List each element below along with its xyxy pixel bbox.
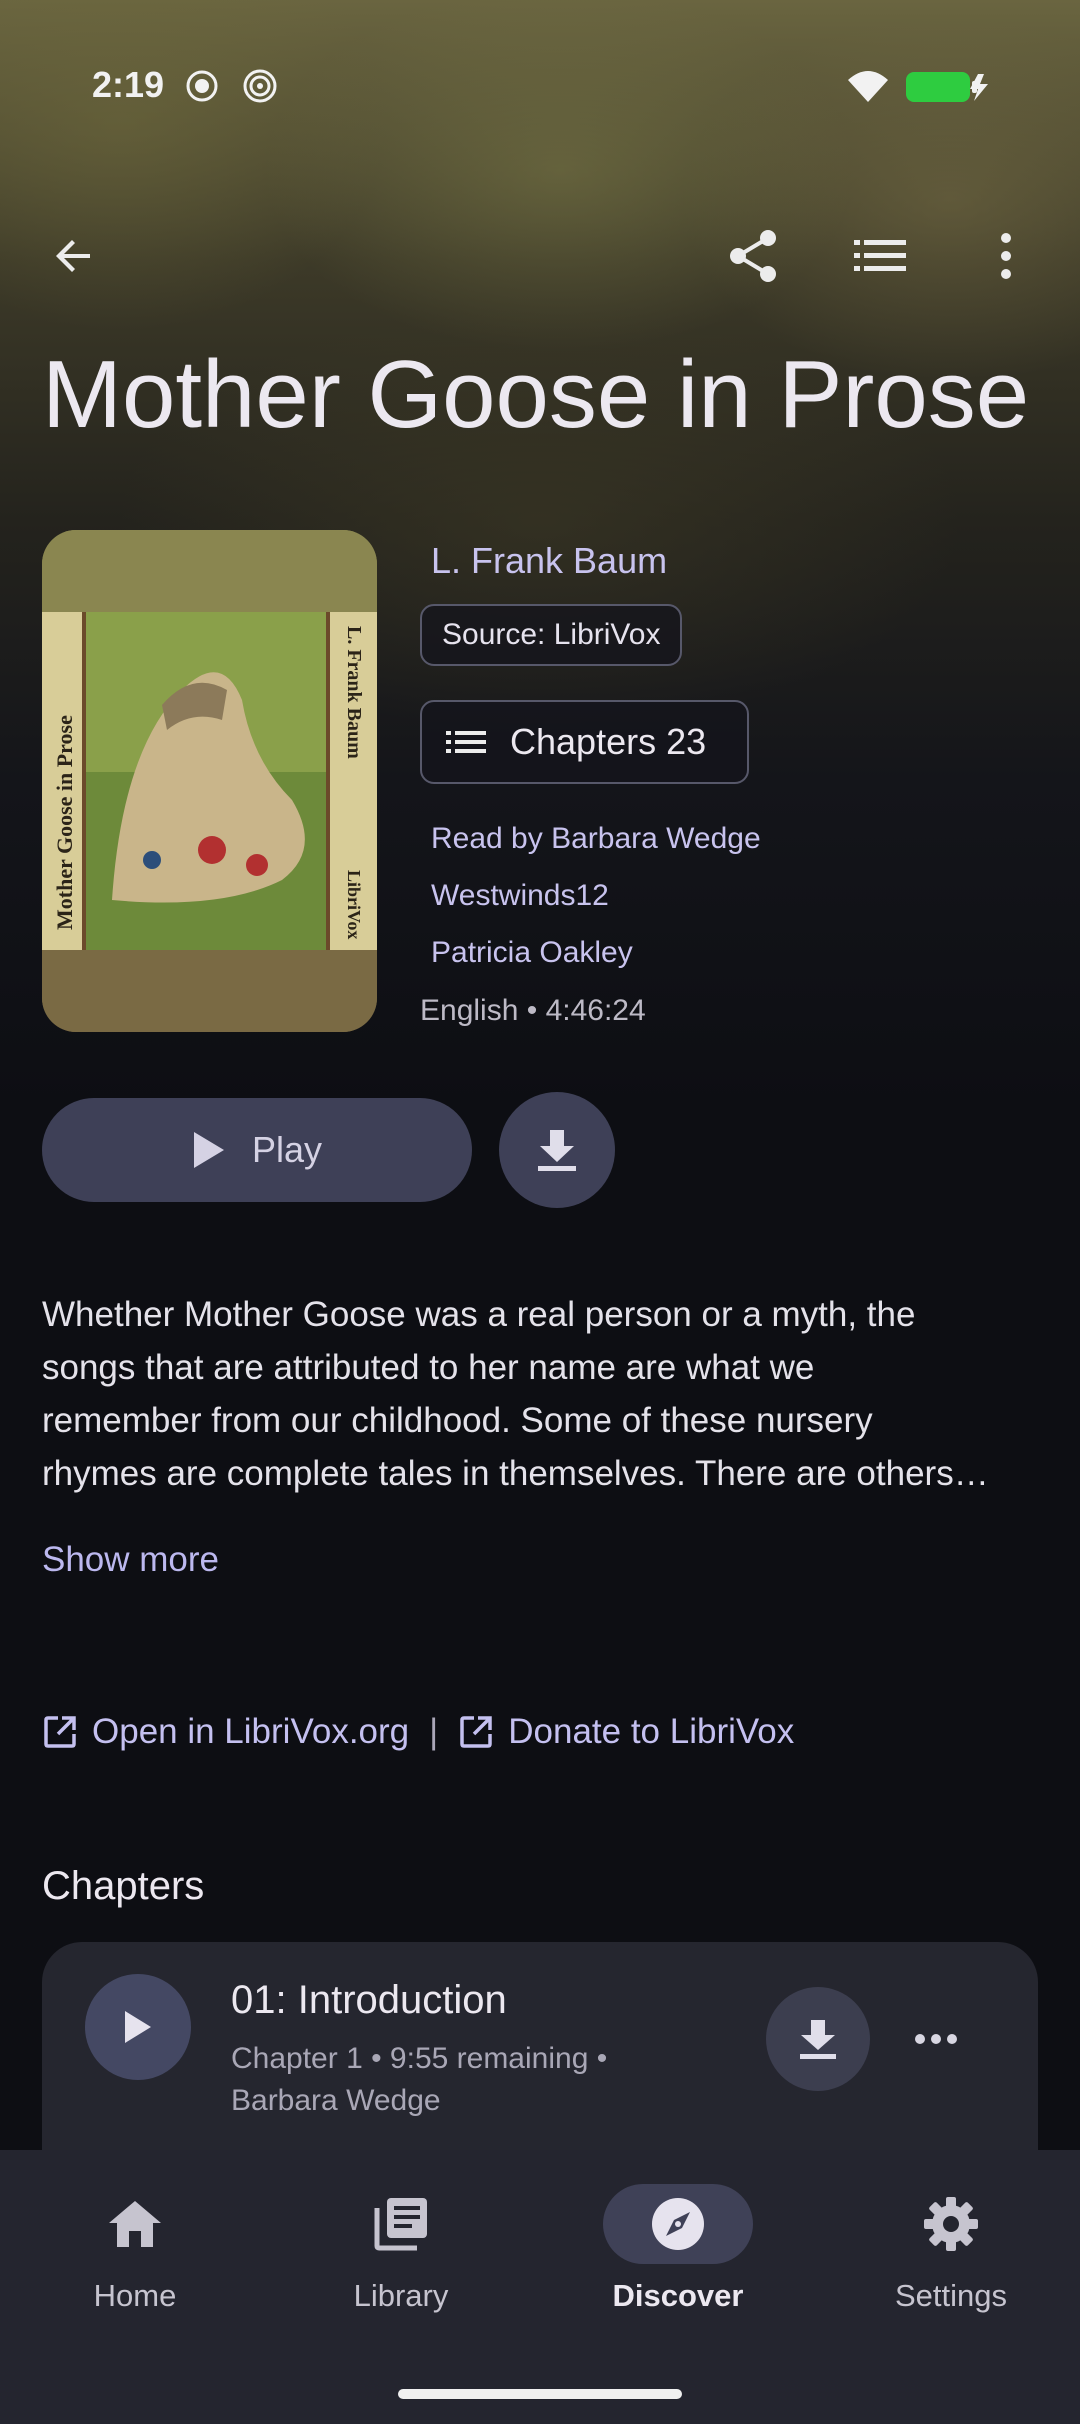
- nav-label-discover: Discover: [612, 2278, 744, 2313]
- source-chip[interactable]: Source: LibriVox: [420, 604, 683, 666]
- cover-title-text: Mother Goose in Prose: [52, 715, 77, 930]
- external-links: Open in LibriVox.org | Donate to LibriVo…: [42, 1706, 794, 1758]
- wifi-icon: [848, 71, 888, 102]
- compass-icon: [652, 2198, 704, 2250]
- nav-pill: [876, 2184, 1026, 2264]
- status-time: 2:19: [92, 64, 165, 105]
- book-author[interactable]: L. Frank Baum: [431, 540, 667, 582]
- play-button[interactable]: Play: [42, 1098, 472, 1202]
- open-external-icon: [460, 1716, 492, 1748]
- chapter-progress: Chapter 1 • 9:55 remaining •: [231, 2042, 608, 2075]
- nav-item-library[interactable]: Library: [266, 2150, 536, 2370]
- list-icon: [446, 731, 486, 753]
- open-librivox-link[interactable]: Open in LibriVox.org: [42, 1712, 409, 1752]
- donate-librivox-link[interactable]: Donate to LibriVox: [458, 1712, 794, 1752]
- book-title: Mother Goose in Prose: [42, 341, 1030, 448]
- chapter-list-button[interactable]: [840, 216, 920, 296]
- back-arrow-icon: [56, 240, 90, 272]
- download-button[interactable]: [499, 1092, 615, 1208]
- chapter-reader: Barbara Wedge: [231, 2084, 441, 2117]
- home-indicator[interactable]: [398, 2389, 682, 2399]
- cover-illustration: Mother Goose in Prose L. Frank Baum Libr…: [42, 530, 377, 1032]
- chapter-title: 01: Introduction: [231, 1978, 507, 2022]
- reader-name[interactable]: Patricia Oakley: [431, 936, 633, 970]
- gear-icon: [924, 2197, 978, 2251]
- more-horiz-icon: [915, 2034, 957, 2044]
- show-more-link[interactable]: Show more: [42, 1540, 219, 1580]
- description-line: songs that are attributed to her name ar…: [42, 1348, 815, 1387]
- cover-author-text: L. Frank Baum: [343, 626, 365, 759]
- chapters-section-title: Chapters: [42, 1864, 205, 1908]
- link-separator: |: [429, 1712, 439, 1751]
- library-icon: [374, 2198, 427, 2251]
- language-duration: English • 4:46:24: [420, 994, 646, 1027]
- play-icon: [125, 2011, 151, 2043]
- open-librivox-label: Open in LibriVox.org: [92, 1712, 410, 1751]
- book-cover: Mother Goose in Prose L. Frank Baum Libr…: [42, 530, 377, 1032]
- status-bar: 2:19: [0, 0, 1080, 175]
- record-icon: [186, 70, 218, 102]
- share-icon: [730, 230, 776, 282]
- share-button[interactable]: [714, 216, 794, 296]
- battery-icon: [906, 72, 988, 102]
- description-line: Whether Mother Goose was a real person o…: [42, 1295, 916, 1334]
- more-options-button[interactable]: [966, 216, 1046, 296]
- home-icon: [109, 2201, 161, 2247]
- reader-name[interactable]: Read by Barbara Wedge: [431, 822, 761, 856]
- download-icon: [800, 2020, 836, 2059]
- reader-name[interactable]: Westwinds12: [431, 879, 609, 913]
- top-app-bar: [0, 200, 1080, 320]
- nav-label-home: Home: [93, 2278, 177, 2313]
- chapters-chip[interactable]: Chapters 23: [420, 700, 749, 784]
- spiral-icon: [243, 69, 277, 103]
- list-icon: [854, 240, 906, 271]
- cover-publisher-text: LibriVox: [344, 870, 364, 939]
- book-description: Whether Mother Goose was a real person o…: [42, 1288, 1042, 1500]
- chapter-download-button[interactable]: [766, 1987, 870, 2091]
- nav-pill: [326, 2184, 476, 2264]
- play-icon: [193, 1132, 224, 1168]
- back-button[interactable]: [34, 216, 114, 296]
- nav-item-home[interactable]: Home: [0, 2150, 270, 2370]
- nav-label-settings: Settings: [894, 2278, 1007, 2313]
- chapter-play-button[interactable]: [85, 1974, 191, 2080]
- open-external-icon: [44, 1716, 76, 1748]
- nav-pill-active: [603, 2184, 753, 2264]
- more-vert-icon: [1001, 233, 1011, 279]
- play-button-label: Play: [251, 1129, 323, 1170]
- chapter-more-button[interactable]: [904, 2007, 968, 2071]
- nav-item-settings[interactable]: Settings: [816, 2150, 1080, 2370]
- description-line: rhymes are complete tales in themselves.…: [42, 1454, 989, 1493]
- nav-item-discover[interactable]: Discover: [543, 2150, 813, 2370]
- chapters-chip-label: Chapters 23: [510, 721, 707, 762]
- download-icon: [538, 1130, 576, 1171]
- nav-pill: [60, 2184, 210, 2264]
- bottom-navigation: Home Library Discover Settings: [0, 2150, 1080, 2424]
- nav-label-library: Library: [353, 2278, 449, 2313]
- donate-librivox-label: Donate to LibriVox: [508, 1712, 795, 1751]
- description-line: remember from our childhood. Some of the…: [42, 1401, 873, 1440]
